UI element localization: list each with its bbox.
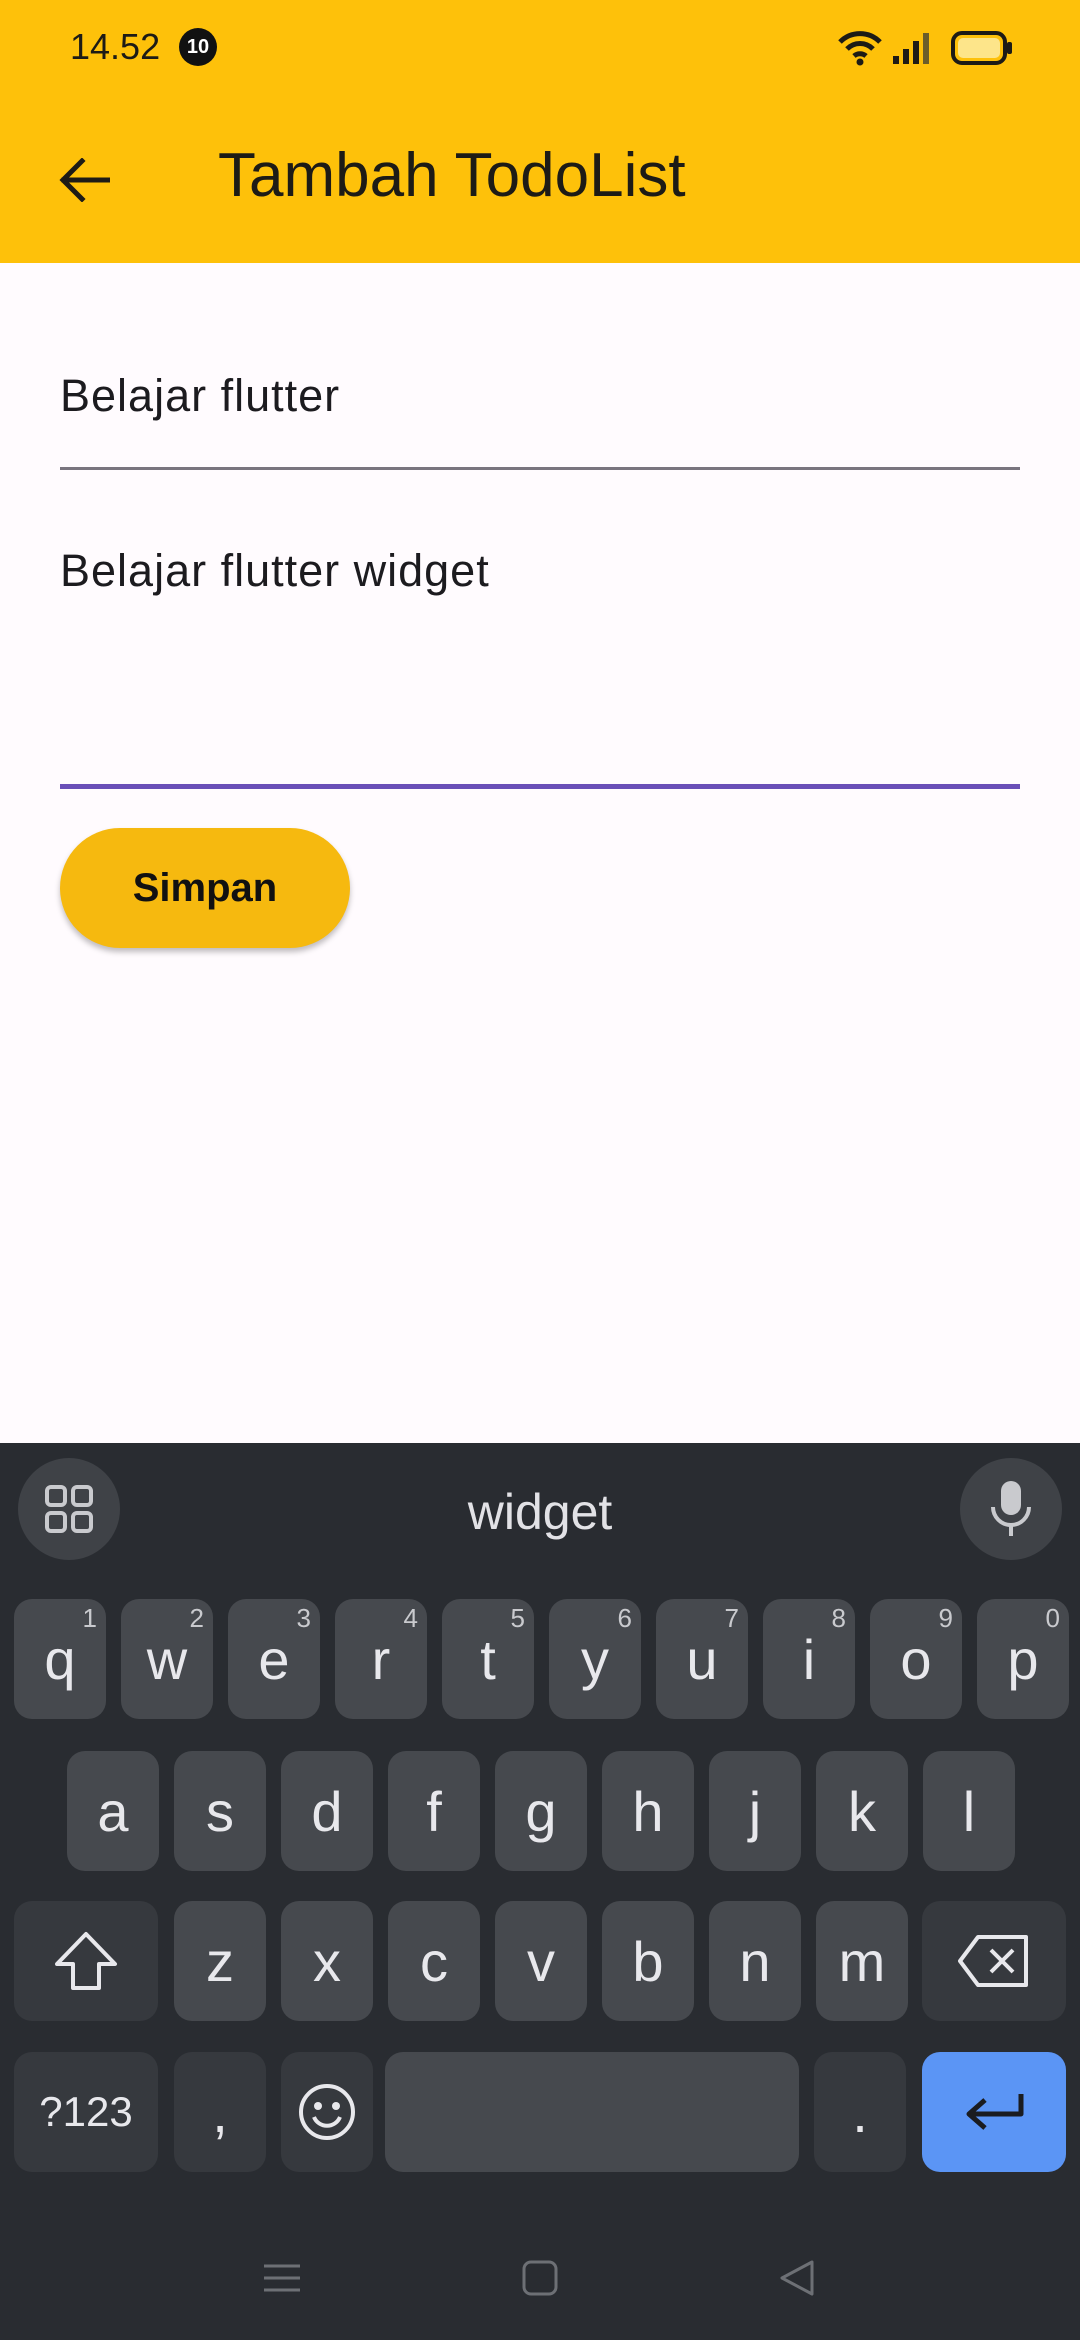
key-label: t [480,1627,496,1691]
key-e[interactable]: e3 [228,1599,320,1719]
emoji-icon [299,2084,355,2140]
key-hint: 2 [189,1603,204,1633]
signal-icon [893,33,929,64]
title-input[interactable]: Belajar flutter [60,370,1020,470]
battery-icon [951,31,1012,65]
status-time: 14.52 [70,26,161,67]
key-label: p [1007,1627,1039,1691]
key-i[interactable]: i8 [763,1599,855,1719]
key-hint: 8 [831,1603,846,1633]
key-t[interactable]: t5 [442,1599,534,1719]
backspace-icon [958,1935,1028,1987]
keyboard-suggestion[interactable]: widget [0,1483,1080,1541]
key-c[interactable]: c [388,1901,480,2021]
key-label: o [900,1627,932,1691]
top-bar: 14.52 10 Tambah TodoList [0,0,1080,263]
space-key[interactable] [385,2052,799,2172]
key-h[interactable]: h [602,1751,694,1871]
key-label: q [44,1627,76,1691]
key-y[interactable]: y6 [549,1599,641,1719]
key-label: y [581,1627,609,1691]
key-x[interactable]: x [281,1901,373,2021]
symbols-key[interactable]: ?123 [14,2052,158,2172]
shift-icon [55,1932,117,1990]
key-q[interactable]: q1 [14,1599,106,1719]
navigation-bar [0,2230,1080,2340]
key-o[interactable]: o9 [870,1599,962,1719]
home-icon[interactable] [520,2258,560,2298]
status-bar: 14.52 10 [0,0,1080,96]
key-label: e [258,1627,290,1691]
key-hint: 6 [617,1603,632,1633]
key-u[interactable]: u7 [656,1599,748,1719]
comma-key[interactable]: , [174,2052,266,2172]
period-key[interactable]: . [814,2052,906,2172]
arrow-back-icon [59,158,110,202]
key-k[interactable]: k [816,1751,908,1871]
key-hint: 3 [296,1603,311,1633]
key-hint: 9 [938,1603,953,1633]
title-input-value: Belajar flutter [60,370,341,421]
key-label: u [686,1627,718,1691]
key-z[interactable]: z [174,1901,266,2021]
microphone-icon [991,1481,1031,1536]
back-button[interactable] [48,144,120,216]
page-title: Tambah TodoList [218,141,686,210]
key-hint: 4 [403,1603,418,1633]
key-hint: 1 [82,1603,97,1633]
shift-key[interactable] [14,1901,158,2021]
key-s[interactable]: s [174,1751,266,1871]
key-b[interactable]: b [602,1901,694,2021]
key-label: r [371,1627,391,1691]
key-hint: 0 [1045,1603,1060,1633]
emoji-key[interactable] [281,2052,373,2172]
notification-badge: 10 [179,28,217,66]
description-input-value: Belajar flutter widget [60,545,490,596]
backspace-key[interactable] [922,1901,1066,2021]
save-button[interactable]: Simpan [60,828,350,948]
key-v[interactable]: v [495,1901,587,2021]
key-m[interactable]: m [816,1901,908,2021]
key-g[interactable]: g [495,1751,587,1871]
key-f[interactable]: f [388,1751,480,1871]
key-hint: 7 [724,1603,739,1633]
key-a[interactable]: a [67,1751,159,1871]
soft-keyboard: widget q1w2e3r4t5y6u7i8o9p0 asdfghjkl zx… [0,1443,1080,2340]
key-r[interactable]: r4 [335,1599,427,1719]
wifi-icon [838,31,882,66]
key-label: i [802,1627,816,1691]
key-j[interactable]: j [709,1751,801,1871]
back-nav-icon[interactable] [778,2258,818,2298]
description-input[interactable]: Belajar flutter widget [60,545,1020,789]
key-l[interactable]: l [923,1751,1015,1871]
enter-icon [966,2094,1024,2130]
key-hint: 5 [510,1603,525,1633]
key-p[interactable]: p0 [977,1599,1069,1719]
app-bar: Tambah TodoList [0,96,1080,263]
key-label: w [146,1627,188,1691]
key-n[interactable]: n [709,1901,801,2021]
enter-key[interactable] [922,2052,1066,2172]
menu-icon[interactable] [262,2258,302,2298]
key-d[interactable]: d [281,1751,373,1871]
key-w[interactable]: w2 [121,1599,213,1719]
voice-input-button[interactable] [960,1458,1062,1560]
